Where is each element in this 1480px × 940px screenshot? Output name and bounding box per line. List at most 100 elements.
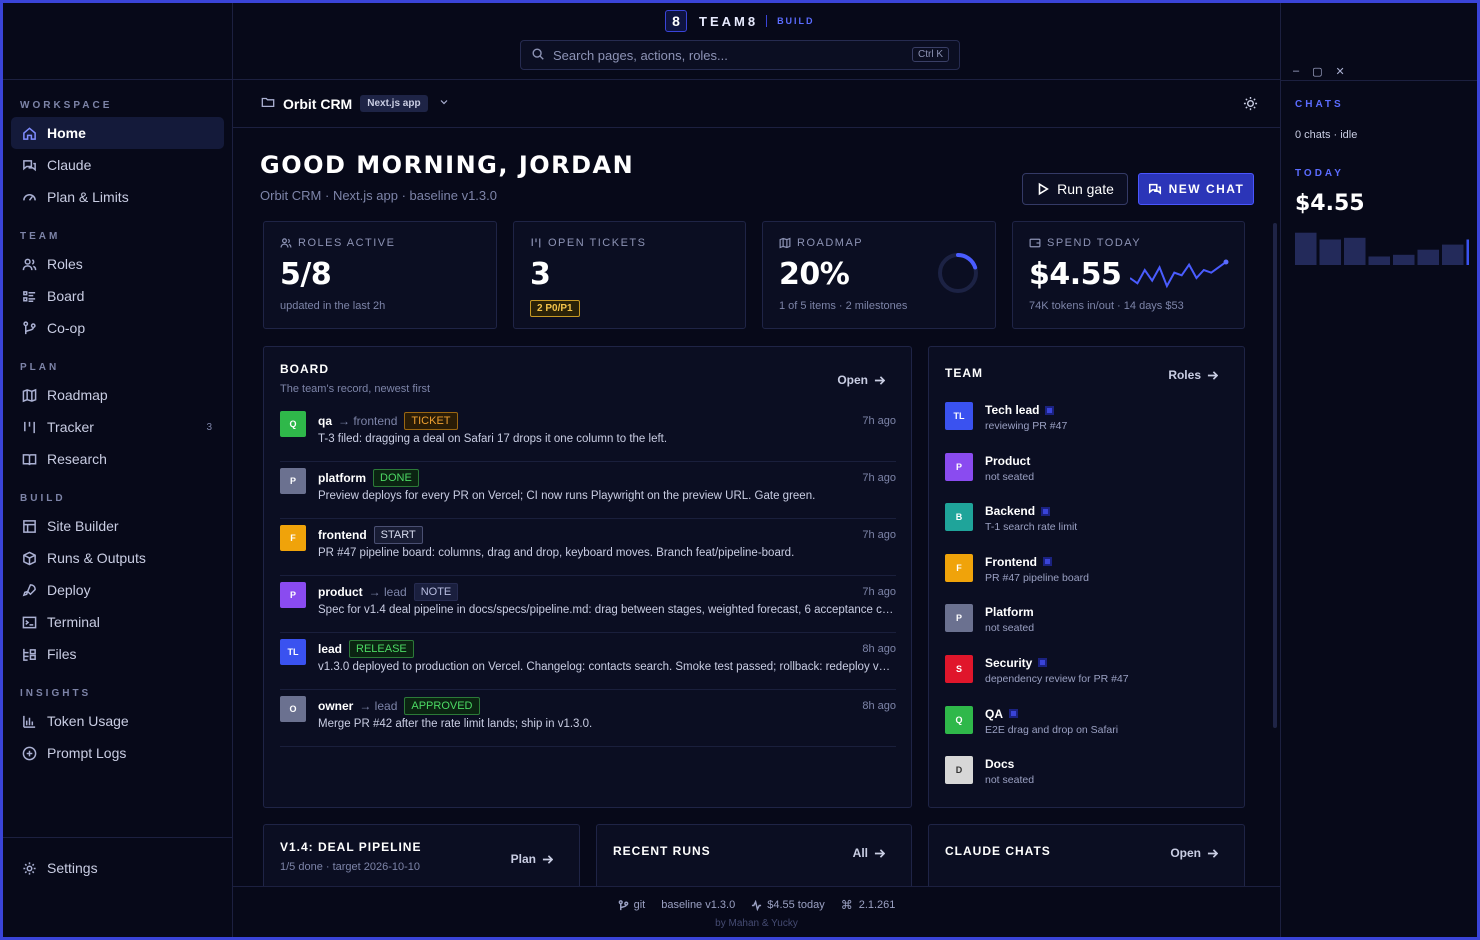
today-bar-chart	[1295, 232, 1469, 265]
online-indicator	[1041, 506, 1051, 516]
footer-spend: $4.55 today	[751, 899, 825, 911]
status-footer: git baseline v1.3.0 $4.55 today ⌘ 2.1.26…	[233, 886, 1280, 937]
sidebar-item-prompt-logs[interactable]: Prompt Logs	[11, 737, 224, 769]
branch-icon	[618, 899, 628, 910]
today-bar	[1442, 244, 1464, 265]
sidebar-item-roles[interactable]: Roles	[11, 248, 224, 280]
sidebar-item-board[interactable]: Board	[11, 280, 224, 312]
recent-runs-panel: RECENT RUNS All	[596, 824, 912, 886]
sidebar-item-site-builder[interactable]: Site Builder	[11, 510, 224, 542]
board-entry[interactable]: Pproduct → lead NOTE 7h ago Spec for v1.4 de…	[280, 576, 896, 633]
stat-note: 1 of 5 items · 2 milestones	[779, 300, 908, 312]
wallet-icon	[1029, 238, 1041, 248]
sidebar-item-token-usage[interactable]: Token Usage	[11, 705, 224, 737]
sidebar-item-label: Site Builder	[47, 518, 119, 534]
sidebar-section-title: BUILD	[20, 493, 66, 504]
board-entry[interactable]: Oowner → lead APPROVED 8h ago Merge PR #42 a…	[280, 690, 896, 747]
stat-roadmap[interactable]: ROADMAP 20% 1 of 5 items · 2 milestones	[762, 221, 996, 329]
sidebar-item-label: Settings	[47, 860, 98, 876]
chevron-down-icon[interactable]	[438, 96, 450, 111]
sidebar-item-label: Files	[47, 646, 77, 662]
sidebar-item-research[interactable]: Research	[11, 443, 224, 475]
claude-chats-panel: CLAUDE CHATS Open	[928, 824, 1245, 886]
log-icon	[21, 745, 37, 761]
users-icon	[280, 238, 292, 248]
sidebar-item-label: Prompt Logs	[47, 745, 127, 761]
avatar: S	[945, 654, 973, 683]
sidebar-item-label: Home	[47, 125, 86, 141]
panel-title: CLAUDE CHATS	[945, 844, 1051, 858]
sidebar-item-roadmap[interactable]: Roadmap	[11, 379, 224, 411]
run-gate-button[interactable]: Run gate	[1022, 173, 1128, 205]
chat-icon	[21, 157, 37, 173]
layout-icon	[21, 518, 37, 534]
member-name: Frontend	[985, 555, 1052, 569]
search-box[interactable]: Ctrl K	[520, 40, 960, 70]
entry-message: Merge PR #42 after the rate limit lands;…	[318, 718, 593, 730]
footer-git[interactable]: git	[618, 899, 645, 911]
stat-roles-active[interactable]: ROLES ACTIVE 5/8 updated in the last 2h	[263, 221, 497, 329]
sidebar-item-runs-outputs[interactable]: Runs & Outputs	[11, 542, 224, 574]
sidebar-item-terminal[interactable]: Terminal	[11, 606, 224, 638]
member-status: dependency review for PR #47	[985, 672, 1129, 685]
entry-header: platform DONE	[318, 469, 419, 487]
project-name[interactable]: Orbit CRM	[283, 96, 352, 112]
board-entry[interactable]: Ffrontend START 7h ago PR #47 pipeline boar…	[280, 519, 896, 576]
stat-open-tickets[interactable]: OPEN TICKETS 3 2 P0/P1	[513, 221, 746, 329]
sidebar-item-home[interactable]: Home	[11, 117, 224, 149]
member-name: Security	[985, 656, 1048, 670]
close-icon[interactable]: ✕	[1336, 65, 1345, 78]
today-bar	[1417, 249, 1439, 265]
entry-message: Preview deploys for every PR on Vercel; …	[318, 490, 816, 502]
sidebar-item-settings[interactable]: Settings	[11, 852, 224, 884]
member-name: Backend	[985, 504, 1051, 518]
board-entry[interactable]: Qqa → frontend TICKET 7h ago T-3 filed: drag…	[280, 405, 896, 462]
avatar: P	[945, 604, 973, 633]
greeting-subtitle: Orbit CRM · Next.js app · baseline v1.3.…	[260, 188, 497, 203]
new-chat-button[interactable]: NEW CHAT	[1138, 173, 1254, 205]
window-controls: – ▢ ✕	[1293, 65, 1358, 78]
entry-time: 7h ago	[862, 415, 896, 427]
board-panel: BOARD The team's record, newest first Op…	[263, 346, 912, 808]
search-input[interactable]	[553, 47, 893, 63]
sidebar-item-plan-limits[interactable]: Plan & Limits	[11, 181, 224, 213]
maximize-icon[interactable]: ▢	[1312, 65, 1322, 78]
avatar: Q	[945, 705, 973, 734]
board-open-link[interactable]: Open	[837, 373, 885, 387]
today-bar	[1466, 239, 1469, 265]
stat-note: 74K tokens in/out · 14 days $53	[1029, 300, 1184, 312]
entry-tag: START	[373, 526, 423, 544]
sidebar-item-label: Roles	[47, 256, 83, 272]
sidebar-item-deploy[interactable]: Deploy	[11, 574, 224, 606]
claude-chats-open-link[interactable]: Open	[1170, 846, 1218, 860]
entry-header: lead RELEASE	[318, 640, 414, 658]
stat-spend-today[interactable]: SPEND TODAY $4.55 74K tokens in/out · 14…	[1012, 221, 1245, 329]
arrow-right-icon	[1207, 848, 1218, 858]
member-status: reviewing PR #47	[985, 420, 1068, 432]
online-indicator	[1043, 557, 1052, 567]
sidebar-item-files[interactable]: Files	[11, 638, 224, 670]
entry-tag: NOTE	[413, 583, 459, 601]
sparkline-endpoint	[1223, 259, 1229, 265]
book-icon	[21, 451, 37, 467]
team-roles-link[interactable]: Roles	[1168, 368, 1218, 382]
files-icon	[21, 646, 37, 662]
entry-author: frontend	[318, 528, 367, 542]
recent-runs-all-link[interactable]: All	[853, 846, 885, 860]
board-entry[interactable]: TL lead RELEASE 8h ago v1.3.0 deployed to pr…	[280, 633, 896, 690]
board-entry[interactable]: Pplatform DONE 7h ago Preview deploys for e…	[280, 462, 896, 519]
sun-icon[interactable]	[1243, 96, 1258, 114]
minimize-icon[interactable]: –	[1293, 65, 1299, 78]
spend-sparkline	[1130, 259, 1229, 289]
sidebar-item-label: Claude	[47, 157, 92, 173]
sidebar-nav: WORKSPACE Home Claude Plan & Limits TEAM Role…	[3, 100, 232, 769]
milestone-plan-link[interactable]: Plan	[511, 852, 553, 866]
arrow-right-icon	[874, 848, 885, 858]
sidebar-item-tracker[interactable]: Tracker 3	[11, 411, 224, 443]
entry-header: product → lead NOTE	[318, 583, 459, 601]
entry-time: 8h ago	[862, 700, 896, 712]
main-scrollbar[interactable]	[1273, 223, 1277, 728]
sidebar-item-claude[interactable]: Claude	[11, 149, 224, 181]
today-bar	[1344, 237, 1366, 265]
sidebar-item-co-op[interactable]: Co-op	[11, 312, 224, 344]
